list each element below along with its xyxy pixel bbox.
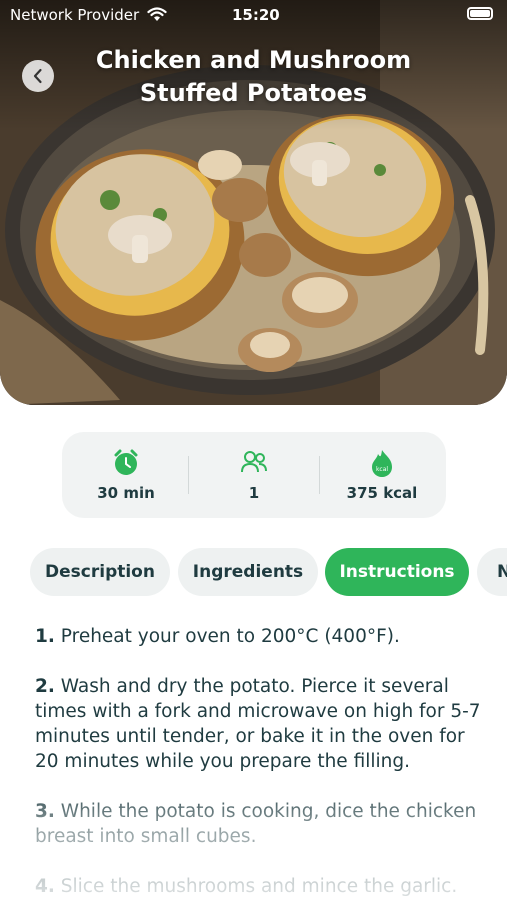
step-text: Preheat your oven to 200°C (400°F). <box>54 626 400 647</box>
stat-servings: 1 <box>190 432 318 518</box>
calorie-icon-text: kcal <box>376 466 388 473</box>
recipe-stats-card: 30 min 1 kcal 375 kcal <box>62 432 446 518</box>
recipe-title-line1: Chicken and Mushroom <box>95 46 412 74</box>
tab-ingredients[interactable]: Ingredients <box>178 548 318 596</box>
step-text: Wash and dry the potato. Pierce it sever… <box>35 676 481 772</box>
step-number: 1. <box>35 626 55 647</box>
clock-time: 15:20 <box>232 6 280 24</box>
wifi-icon <box>147 7 167 26</box>
status-bar: Network Provider 15:20 <box>0 0 507 30</box>
step-number: 2. <box>35 676 55 697</box>
instructions-list: 1. Preheat your oven to 200°C (400°F). 2… <box>35 624 485 924</box>
instruction-step: 3. While the potato is cooking, dice the… <box>35 799 485 849</box>
battery-icon <box>467 7 493 20</box>
calories-value: 375 kcal <box>346 484 418 502</box>
stat-calories: kcal 375 kcal <box>318 432 446 518</box>
people-icon <box>240 449 268 479</box>
tab-instructions[interactable]: Instructions <box>325 548 469 596</box>
servings-value: 1 <box>248 484 260 502</box>
alarm-clock-icon <box>111 449 141 481</box>
carrier-label: Network Provider <box>10 6 140 24</box>
recipe-title-line2: Stuffed Potatoes <box>139 79 368 107</box>
step-number: 3. <box>35 801 55 822</box>
time-value: 30 min <box>97 484 155 502</box>
back-button[interactable] <box>22 60 54 92</box>
instruction-step: 4. Slice the mushrooms and mince the gar… <box>35 874 485 899</box>
tab-description[interactable]: Description <box>30 548 170 596</box>
stats-divider <box>188 456 189 494</box>
back-chevron-icon <box>33 68 42 84</box>
instruction-step: 1. Preheat your oven to 200°C (400°F). <box>35 624 485 649</box>
stat-time: 30 min <box>62 432 190 518</box>
recipe-tabs: Description Ingredients Instructions N <box>30 548 507 596</box>
instruction-step: 2. Wash and dry the potato. Pierce it se… <box>35 674 485 774</box>
step-text: Slice the mushrooms and mince the garlic… <box>54 876 458 897</box>
step-number: 4. <box>35 876 55 897</box>
recipe-title: Chicken and Mushroom Stuffed Potatoes <box>70 44 437 110</box>
tab-nutrition[interactable]: N <box>477 548 507 596</box>
calorie-flame-icon: kcal <box>369 449 395 483</box>
step-text: While the potato is cooking, dice the ch… <box>35 801 477 847</box>
